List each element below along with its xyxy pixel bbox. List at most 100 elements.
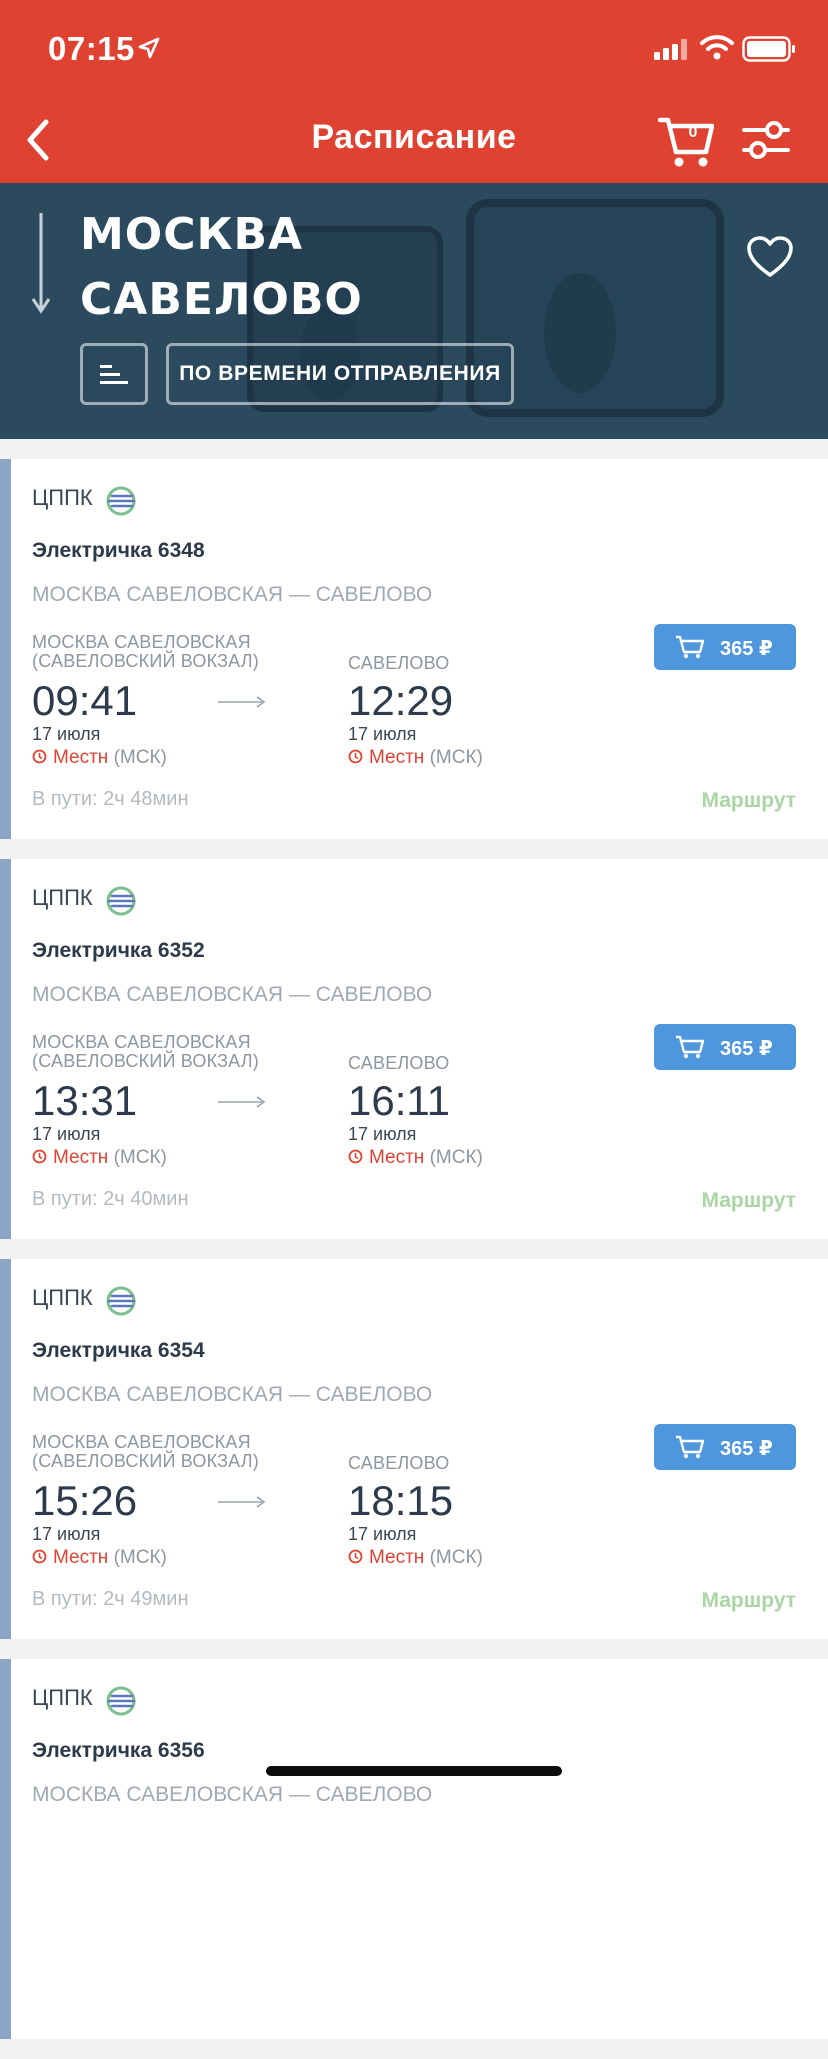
departure-station-line1: МОСКВА САВЕЛОВСКАЯ	[32, 1432, 251, 1452]
cart-icon	[676, 1035, 705, 1059]
carrier-logo-icon	[106, 1286, 136, 1316]
route-link[interactable]: Маршрут	[701, 789, 796, 813]
route-link[interactable]: Маршрут	[701, 1589, 796, 1613]
departure-station-line2: (САВЕЛОВСКИЙ ВОКЗАЛ)	[32, 1451, 259, 1471]
route-link[interactable]: Маршрут	[701, 1189, 796, 1213]
buy-ticket-button[interactable]: 365 ₽	[654, 624, 796, 670]
train-card[interactable]: ЦППК Электричка 6352 МОСКВА САВЕЛОВСКАЯ …	[0, 859, 828, 1239]
departure-station: МОСКВА САВЕЛОВСКАЯ (САВЕЛОВСКИЙ ВОКЗАЛ)	[32, 633, 312, 671]
timezone-zone: (МСК)	[429, 1547, 483, 1568]
train-name: Электричка 6356	[32, 1739, 205, 1762]
buy-ticket-button[interactable]: 365 ₽	[654, 1024, 796, 1070]
travel-duration: В пути: 2ч 40мин	[32, 1188, 189, 1210]
travel-duration: В пути: 2ч 49мин	[32, 1588, 189, 1610]
arrow-right-icon	[218, 1496, 266, 1508]
departure-timezone: Местн (МСК)	[32, 1147, 167, 1169]
timezone-local: Местн	[53, 1147, 109, 1168]
arrival-timezone: Местн (МСК)	[348, 747, 483, 769]
carrier-logo-icon	[106, 1686, 136, 1716]
ticket-price: 365 ₽	[720, 638, 773, 660]
train-name: Электричка 6354	[32, 1339, 205, 1362]
status-time: 07:15	[48, 30, 135, 67]
train-name: Электричка 6348	[32, 539, 205, 562]
sort-lines-icon	[100, 365, 128, 384]
train-card[interactable]: ЦППК Электричка 6356 МОСКВА САВЕЛОВСКАЯ …	[0, 1659, 828, 2039]
carrier-name: ЦППК	[32, 485, 93, 510]
app-header: 07:15 Расписание 0	[0, 0, 828, 183]
train-route: МОСКВА САВЕЛОВСКАЯ — САВЕЛОВО	[32, 983, 433, 1006]
timezone-zone: (МСК)	[113, 1147, 167, 1168]
clock-icon	[348, 1149, 363, 1164]
departure-station-line2: (САВЕЛОВСКИЙ ВОКЗАЛ)	[32, 1051, 259, 1071]
clock-icon	[348, 1549, 363, 1564]
wifi-icon	[700, 35, 734, 60]
arrival-timezone: Местн (МСК)	[348, 1147, 483, 1169]
ticket-price: 365 ₽	[720, 1038, 773, 1060]
train-list: ЦППК Электричка 6348 МОСКВА САВЕЛОВСКАЯ …	[0, 459, 828, 2059]
timezone-zone: (МСК)	[113, 747, 167, 768]
sort-by-departure-button[interactable]: ПО ВРЕМЕНИ ОТПРАВЛЕНИЯ	[166, 343, 514, 405]
departure-station: МОСКВА САВЕЛОВСКАЯ (САВЕЛОВСКИЙ ВОКЗАЛ)	[32, 1433, 312, 1471]
arrival-station: САВЕЛОВО	[348, 653, 450, 673]
card-accent-stripe	[0, 1259, 11, 1639]
arrow-right-icon	[218, 1096, 266, 1108]
arrival-station: САВЕЛОВО	[348, 1053, 450, 1073]
arrival-date: 17 июля	[348, 724, 417, 744]
train-route: МОСКВА САВЕЛОВСКАЯ — САВЕЛОВО	[32, 1783, 433, 1806]
route-to: САВЕЛОВО	[80, 274, 363, 325]
departure-time: 13:31	[32, 1077, 138, 1124]
departure-station-line2: (САВЕЛОВСКИЙ ВОКЗАЛ)	[32, 651, 259, 671]
signal-icon	[654, 39, 687, 60]
train-route: МОСКВА САВЕЛОВСКАЯ — САВЕЛОВО	[32, 1383, 433, 1406]
cart-icon	[676, 1435, 705, 1459]
carrier-logo-icon	[106, 486, 136, 516]
timezone-zone: (МСК)	[429, 1147, 483, 1168]
carrier-name: ЦППК	[32, 1285, 93, 1310]
departure-time: 09:41	[32, 677, 138, 724]
timezone-zone: (МСК)	[429, 747, 483, 768]
clock-icon	[32, 1149, 47, 1164]
departure-date: 17 июля	[32, 1124, 101, 1144]
arrival-date: 17 июля	[348, 1124, 417, 1144]
arrival-timezone: Местн (МСК)	[348, 1547, 483, 1569]
timezone-zone: (МСК)	[113, 1547, 167, 1568]
timezone-local: Местн	[53, 1547, 109, 1568]
cart-icon	[676, 635, 705, 659]
departure-date: 17 июля	[32, 724, 101, 744]
arrival-time: 12:29	[348, 677, 454, 724]
train-card[interactable]: ЦППК Электричка 6354 МОСКВА САВЕЛОВСКАЯ …	[0, 1259, 828, 1639]
travel-duration: В пути: 2ч 48мин	[32, 788, 189, 810]
carrier-name: ЦППК	[32, 885, 93, 910]
departure-station-line1: МОСКВА САВЕЛОВСКАЯ	[32, 632, 251, 652]
departure-date: 17 июля	[32, 1524, 101, 1544]
carrier-logo-icon	[106, 886, 136, 916]
carrier-name: ЦППК	[32, 1685, 93, 1710]
train-card[interactable]: ЦППК Электричка 6348 МОСКВА САВЕЛОВСКАЯ …	[0, 459, 828, 839]
arrival-station: САВЕЛОВО	[348, 1453, 450, 1473]
timezone-local: Местн	[369, 747, 425, 768]
clock-icon	[32, 1549, 47, 1564]
timezone-local: Местн	[53, 747, 109, 768]
departure-timezone: Местн (МСК)	[32, 1547, 167, 1569]
clock-icon	[32, 749, 47, 764]
filter-sliders-icon[interactable]	[742, 118, 790, 162]
departure-station: МОСКВА САВЕЛОВСКАЯ (САВЕЛОВСКИЙ ВОКЗАЛ)	[32, 1033, 312, 1071]
sort-toggle-button[interactable]	[80, 343, 148, 405]
buy-ticket-button[interactable]: 365 ₽	[654, 1424, 796, 1470]
timezone-local: Местн	[369, 1547, 425, 1568]
location-arrow-icon	[138, 37, 160, 59]
arrival-time: 18:15	[348, 1477, 454, 1524]
route-from: МОСКВА	[80, 209, 304, 260]
train-route: МОСКВА САВЕЛОВСКАЯ — САВЕЛОВО	[32, 583, 433, 606]
train-name: Электричка 6352	[32, 939, 205, 962]
route-banner: МОСКВА САВЕЛОВО ПО ВРЕМЕНИ ОТПРАВЛЕНИЯ	[0, 183, 828, 439]
card-accent-stripe	[0, 1659, 11, 2039]
clock-icon	[348, 749, 363, 764]
timezone-local: Местн	[369, 1147, 425, 1168]
direction-arrow-icon	[31, 213, 51, 314]
departure-timezone: Местн (МСК)	[32, 747, 167, 769]
ticket-price: 365 ₽	[720, 1438, 773, 1460]
home-indicator[interactable]	[266, 1766, 562, 1776]
arrival-time: 16:11	[348, 1077, 450, 1124]
heart-icon[interactable]	[746, 235, 794, 279]
